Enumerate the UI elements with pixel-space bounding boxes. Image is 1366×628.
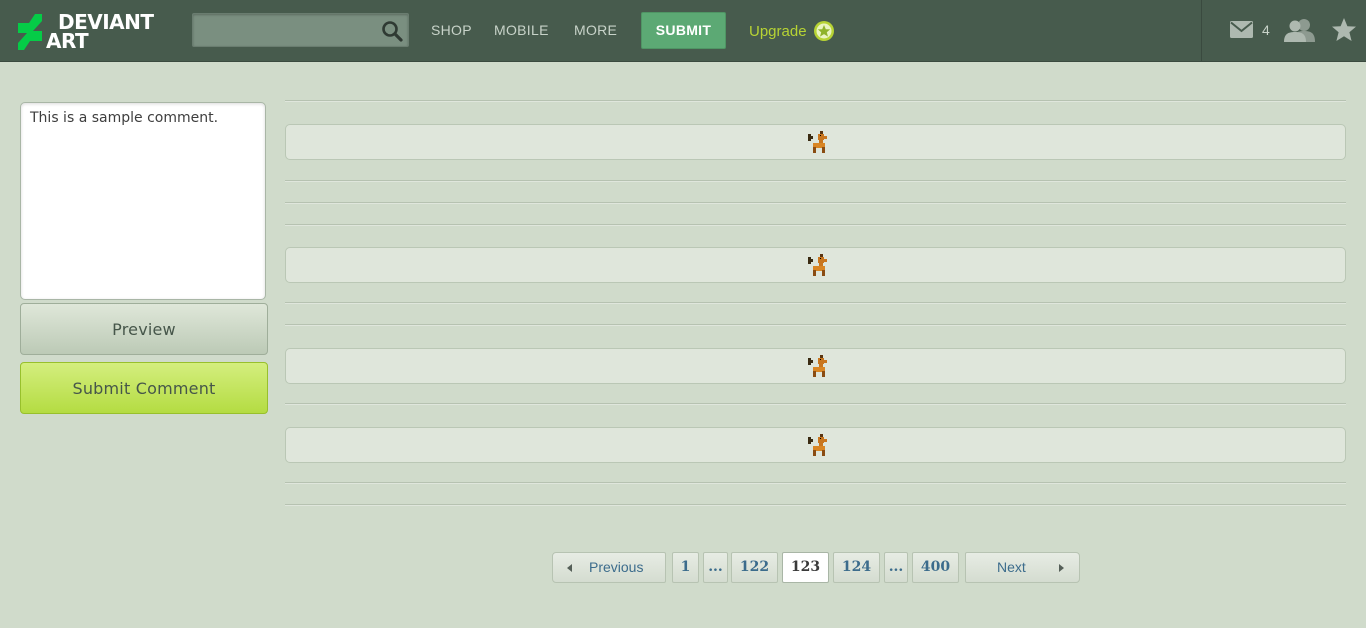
hidden-comment-bar[interactable] — [285, 124, 1346, 160]
nav-mobile-link[interactable]: MOBILE — [494, 22, 549, 38]
llama-icon — [808, 254, 827, 276]
deviantart-logo-mark-icon — [18, 14, 42, 50]
pagination-page-400[interactable]: 400 — [912, 552, 959, 583]
comment-textarea[interactable]: This is a sample comment. — [20, 102, 266, 300]
messages-button[interactable]: 4 — [1230, 21, 1270, 38]
comment-divider — [285, 302, 1346, 304]
llama-icon — [808, 131, 827, 153]
messages-count: 4 — [1262, 21, 1270, 38]
search-icon[interactable] — [380, 19, 404, 43]
nav-more-link[interactable]: MORE — [574, 22, 617, 38]
header-divider — [1201, 0, 1202, 62]
search-input[interactable] — [193, 14, 373, 46]
upgrade-link[interactable]: Upgrade — [749, 20, 835, 42]
pagination-page-122[interactable]: 122 — [731, 552, 778, 583]
upgrade-label: Upgrade — [749, 22, 807, 40]
deviantart-logo[interactable]: DEVIANT ART — [18, 12, 163, 52]
top-navigation-bar: DEVIANT ART SHOP MOBILE MORE SUBMIT Upgr… — [0, 0, 1366, 62]
arrow-right-icon — [1059, 564, 1064, 572]
hidden-comment-bar[interactable] — [285, 427, 1346, 463]
comment-divider — [285, 403, 1346, 405]
hidden-comment-bar[interactable] — [285, 247, 1346, 283]
comment-divider — [285, 100, 1346, 102]
comment-divider — [285, 324, 1346, 326]
comment-divider — [285, 504, 1346, 506]
friends-icon[interactable] — [1284, 18, 1316, 42]
submit-art-button[interactable]: SUBMIT — [641, 12, 726, 49]
nav-shop-link[interactable]: SHOP — [431, 22, 472, 38]
comment-divider — [285, 224, 1346, 226]
pagination-previous-button[interactable]: Previous — [552, 552, 666, 583]
pagination-page-1[interactable]: 1 — [672, 552, 699, 583]
pagination-next-label: Next — [997, 559, 1026, 575]
arrow-left-icon — [567, 564, 572, 572]
star-icon[interactable] — [1331, 17, 1357, 43]
pagination-ellipsis[interactable]: ... — [884, 552, 908, 583]
pagination-previous-label: Previous — [589, 559, 644, 575]
submit-comment-button[interactable]: Submit Comment — [20, 362, 268, 414]
search-box — [192, 13, 409, 47]
logo-text-art: ART — [46, 29, 89, 53]
comment-divider — [285, 202, 1346, 204]
preview-button[interactable]: Preview — [20, 303, 268, 355]
llama-icon — [808, 355, 827, 377]
comment-divider — [285, 180, 1346, 182]
pagination-ellipsis[interactable]: ... — [703, 552, 728, 583]
envelope-icon — [1230, 21, 1253, 38]
llama-icon — [808, 434, 827, 456]
pagination-page-124[interactable]: 124 — [833, 552, 880, 583]
comment-divider — [285, 482, 1346, 484]
pagination-next-button[interactable]: Next — [965, 552, 1080, 583]
star-badge-icon — [813, 21, 834, 41]
pagination-current-page[interactable]: 123 — [782, 552, 829, 583]
hidden-comment-bar[interactable] — [285, 348, 1346, 384]
